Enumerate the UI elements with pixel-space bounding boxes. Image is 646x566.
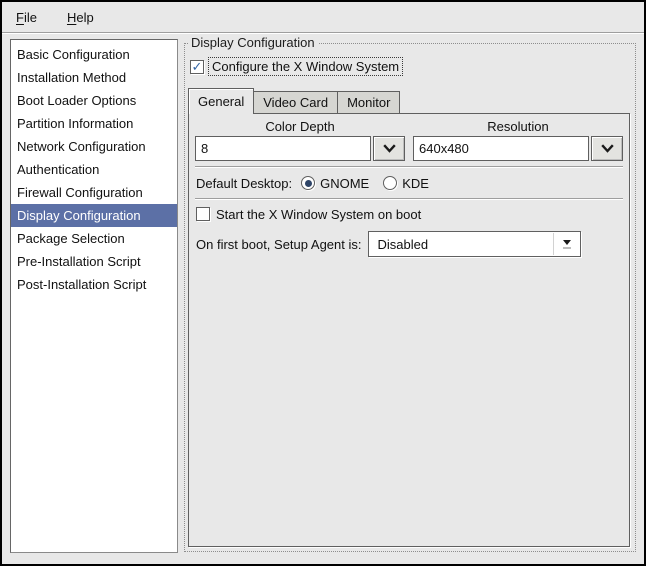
kde-radio-label[interactable]: KDE (402, 176, 429, 191)
configure-x-checkbox[interactable]: ✓ (190, 58, 204, 74)
sidebar-item-firewall-configuration[interactable]: Firewall Configuration (11, 181, 177, 204)
default-desktop-radio-group: GNOME KDE (301, 176, 429, 191)
display-configuration-frame: Display Configuration ✓ Configure the X … (184, 35, 636, 552)
arrow-down-icon (563, 239, 572, 245)
default-desktop-row: Default Desktop: GNOME KDE (195, 173, 623, 193)
color-depth-combo (195, 136, 405, 161)
sidebar-item-post-installation-script[interactable]: Post-Installation Script (11, 273, 177, 296)
setup-agent-dropdown[interactable]: Disabled (368, 231, 582, 257)
main-area: Basic Configuration Installation Method … (2, 35, 644, 564)
radio-dot-icon (304, 179, 312, 187)
sidebar-item-installation-method[interactable]: Installation Method (11, 66, 177, 89)
color-depth-input[interactable] (195, 136, 371, 161)
start-x-checkbox[interactable] (196, 207, 210, 221)
resolution-label: Resolution (487, 119, 549, 134)
separator (195, 166, 623, 168)
color-depth-dropdown-button[interactable] (373, 136, 405, 161)
gnome-radio[interactable] (301, 176, 316, 190)
sidebar-item-partition-information[interactable]: Partition Information (11, 112, 177, 135)
resolution-input[interactable] (413, 136, 589, 161)
chevron-down-icon (600, 144, 614, 153)
dropdown-indicator (553, 233, 580, 255)
menu-help[interactable]: Help (65, 8, 96, 27)
configure-x-checkbox-label[interactable]: Configure the X Window System (207, 57, 404, 76)
setup-agent-value: Disabled (377, 236, 429, 252)
dropdown-dash-icon (563, 246, 572, 249)
sidebar-item-boot-loader-options[interactable]: Boot Loader Options (11, 89, 177, 112)
kde-radio[interactable] (383, 176, 398, 190)
sidebar-item-pre-installation-script[interactable]: Pre-Installation Script (11, 250, 177, 273)
resolution-dropdown-button[interactable] (591, 136, 623, 161)
setup-agent-label: On first boot, Setup Agent is: (196, 236, 362, 252)
sidebar-item-package-selection[interactable]: Package Selection (11, 227, 177, 250)
resolution-combo (413, 136, 623, 161)
tab-bar: General Video Card Monitor (188, 87, 630, 114)
sidebar-item-basic-configuration[interactable]: Basic Configuration (11, 43, 177, 66)
configure-x-checkbox-row[interactable]: ✓ Configure the X Window System (190, 57, 404, 76)
menu-file[interactable]: File (14, 8, 39, 27)
sidebar-item-display-configuration[interactable]: Display Configuration (11, 204, 177, 227)
gnome-radio-label[interactable]: GNOME (320, 176, 369, 191)
sidebar-item-network-configuration[interactable]: Network Configuration (11, 135, 177, 158)
tab-general[interactable]: General (188, 88, 255, 114)
kde-radio-option[interactable]: KDE (383, 176, 429, 191)
color-depth-label: Color Depth (265, 119, 335, 134)
gnome-radio-option[interactable]: GNOME (301, 176, 369, 191)
sidebar-item-authentication[interactable]: Authentication (11, 158, 177, 181)
setup-agent-row: On first boot, Setup Agent is: Disabled (195, 231, 623, 257)
start-x-checkbox-row[interactable]: Start the X Window System on boot (195, 205, 623, 223)
tab-video-card[interactable]: Video Card (254, 91, 339, 113)
default-desktop-label: Default Desktop: (196, 175, 293, 191)
start-x-checkbox-label[interactable]: Start the X Window System on boot (216, 207, 421, 222)
combo-row: Color Depth Resolution (195, 118, 623, 161)
frame-title: Display Configuration (188, 35, 318, 50)
kickstart-configurator-window: File Help Basic Configuration Installati… (0, 0, 646, 566)
menubar: File Help (2, 2, 644, 33)
chevron-down-icon (382, 144, 396, 153)
tab-monitor[interactable]: Monitor (338, 91, 401, 113)
separator (195, 198, 623, 200)
notebook: General Video Card Monitor Color Depth 8… (188, 87, 630, 547)
sidebar-list: Basic Configuration Installation Method … (10, 39, 178, 553)
check-icon: ✓ (191, 58, 203, 74)
tab-page-general: Color Depth Resolution (188, 113, 630, 547)
